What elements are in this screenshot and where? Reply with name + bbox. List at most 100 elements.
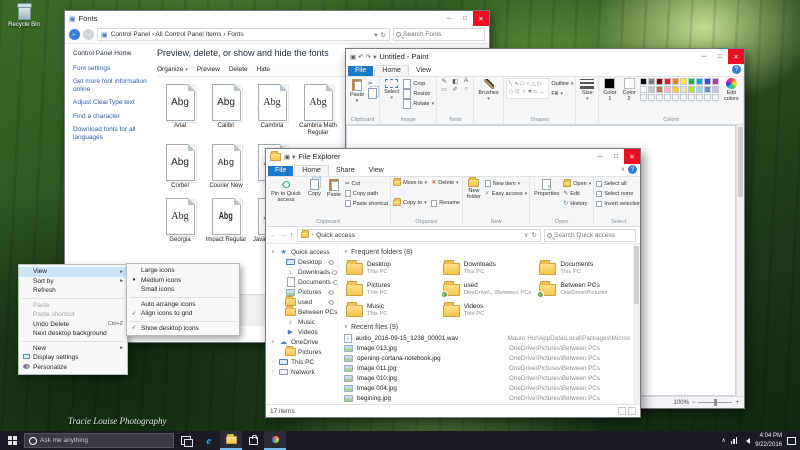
- font-tile[interactable]: Abg Cambria: [249, 84, 295, 137]
- frequent-folder-tile[interactable]: ✓ used OneDrive\...\Between PCs: [440, 279, 534, 300]
- copy-button[interactable]: Copy: [306, 178, 323, 198]
- color-swatch[interactable]: [671, 78, 679, 85]
- cortana-search[interactable]: [24, 433, 174, 448]
- select-button[interactable]: Select ▾: [382, 78, 401, 103]
- chevron-closed-icon[interactable]: ›: [270, 369, 276, 375]
- empty-color-well[interactable]: [687, 94, 695, 101]
- color-swatch[interactable]: [695, 78, 703, 85]
- fonts-search-input[interactable]: [403, 31, 482, 38]
- back-button[interactable]: ←: [270, 232, 277, 239]
- ribbon-collapse-icon[interactable]: ∧: [621, 166, 625, 173]
- color-swatch[interactable]: [647, 78, 655, 85]
- zoom-slider[interactable]: [698, 399, 733, 406]
- sidebar-item-music[interactable]: ♪ Music: [268, 317, 337, 327]
- recent-file-row[interactable]: Image 011.jpg OneDrive\Pictures\Between P…: [344, 363, 630, 373]
- start-button[interactable]: [0, 431, 24, 450]
- empty-color-well[interactable]: [703, 94, 711, 101]
- fonts-task-link[interactable]: Find a character: [73, 113, 147, 121]
- frequent-folder-tile[interactable]: ✓ Between PCs OneDrive\Pictures: [537, 279, 630, 300]
- sidebar-item-network[interactable]: › Network: [268, 367, 337, 377]
- back-button[interactable]: ←: [69, 29, 80, 40]
- color-swatch[interactable]: [695, 86, 703, 93]
- shapes-gallery[interactable]: ╲∿□○△▷ ◇▽☆♥⌂→: [505, 78, 550, 99]
- refresh-icon[interactable]: ↻: [381, 31, 386, 39]
- maximize-button[interactable]: □: [608, 149, 624, 164]
- empty-color-well[interactable]: [695, 94, 703, 101]
- close-button[interactable]: ✕: [624, 149, 640, 164]
- tab-file[interactable]: File: [268, 166, 294, 176]
- sidebar-item-pictures[interactable]: Pictures: [268, 287, 337, 297]
- chevron-closed-icon[interactable]: ›: [270, 359, 276, 365]
- color-swatch[interactable]: [687, 78, 695, 85]
- font-tile[interactable]: Abg Corbel: [157, 144, 203, 190]
- color-swatch[interactable]: [711, 86, 719, 93]
- magnifier-tool-icon[interactable]: ○: [461, 86, 471, 93]
- sidebar-item-documents[interactable]: Documents: [268, 277, 337, 287]
- frequent-folder-tile[interactable]: Desktop This PC: [344, 258, 437, 279]
- recent-file-row[interactable]: opening-cortana-notebook.jpg OneDrive\Pic…: [344, 353, 630, 363]
- save-icon[interactable]: ▣: [350, 53, 356, 61]
- taskbar-store[interactable]: [242, 431, 264, 450]
- address-dropdown-icon[interactable]: ∨: [524, 231, 529, 239]
- font-tile[interactable]: Abg Impact Regular: [203, 197, 249, 244]
- fonts-titlebar[interactable]: ▣ Fonts ─ □ ✕: [65, 11, 489, 26]
- properties-button[interactable]: Properties: [532, 178, 561, 198]
- invert-selection-button[interactable]: Invert selection: [596, 199, 640, 208]
- sidebar-item-onedrive[interactable]: ∨ ☁ OneDrive: [268, 337, 337, 347]
- maximize-button[interactable]: □: [712, 49, 728, 64]
- tab-share[interactable]: Share: [329, 166, 362, 176]
- font-tile[interactable]: Abg Georgia: [157, 197, 203, 244]
- qat-dropdown-icon[interactable]: ▾: [373, 53, 376, 61]
- select-none-button[interactable]: Select none: [596, 189, 640, 198]
- font-tile[interactable]: Abg Cambria Math Regular: [295, 84, 341, 137]
- color2-button[interactable]: Color 2: [620, 78, 637, 102]
- qat-icon[interactable]: ▣: [284, 153, 290, 161]
- menu-item-align-icons-to-grid[interactable]: ✓ Align icons to grid: [127, 309, 239, 319]
- redo-icon[interactable]: ↷: [366, 53, 371, 61]
- tab-view[interactable]: View: [362, 166, 391, 176]
- up-button[interactable]: ↑: [290, 232, 294, 239]
- action-center-icon[interactable]: [787, 436, 796, 445]
- pencil-tool-icon[interactable]: ✎: [439, 78, 449, 85]
- edit-colors-button[interactable]: Edit colors: [722, 78, 741, 102]
- explorer-search[interactable]: [544, 228, 636, 242]
- color1-button[interactable]: Color 1: [601, 78, 618, 102]
- crop-button[interactable]: Crop: [403, 78, 434, 89]
- help-button[interactable]: ?: [732, 65, 741, 74]
- undo-icon[interactable]: ↶: [358, 53, 363, 61]
- recent-file-row[interactable]: Image 004.jpg OneDrive\Pictures\Between P…: [344, 383, 630, 393]
- fonts-search[interactable]: [393, 28, 485, 41]
- close-button[interactable]: ✕: [473, 11, 489, 26]
- forward-button[interactable]: →: [83, 29, 94, 40]
- color-swatch[interactable]: [711, 78, 719, 85]
- qat-dropdown-icon[interactable]: ▾: [292, 153, 295, 161]
- copy-path-button[interactable]: Copy path: [344, 189, 388, 198]
- frequent-folder-tile[interactable]: Videos This PC: [441, 300, 534, 321]
- fill-tool-icon[interactable]: ◧: [450, 78, 460, 85]
- breadcrumb-text[interactable]: Control Panel › All Control Panel Items …: [111, 31, 244, 38]
- recycle-bin[interactable]: Recycle Bin: [6, 3, 42, 29]
- menu-item-auto-arrange-icons[interactable]: Auto arrange icons: [127, 300, 239, 310]
- menu-item-new[interactable]: New ▸: [19, 344, 127, 354]
- menu-item-medium-icons[interactable]: ● Medium icons: [127, 276, 239, 286]
- color-swatch[interactable]: [663, 78, 671, 85]
- zoom-in-icon[interactable]: +: [735, 400, 739, 406]
- fonts-breadcrumb[interactable]: ▣ Control Panel › All Control Panel Item…: [97, 28, 390, 41]
- select-all-button[interactable]: Select all: [596, 179, 640, 188]
- color-swatch[interactable]: [687, 86, 695, 93]
- network-icon[interactable]: [730, 437, 738, 444]
- menu-item-show-desktop-icons[interactable]: ✓ Show desktop icons: [127, 324, 239, 334]
- new-folder-button[interactable]: New folder: [465, 177, 483, 201]
- tab-home[interactable]: Home: [294, 165, 329, 176]
- paint-vertical-scrollbar[interactable]: [736, 125, 744, 396]
- cut-button[interactable]: ✂ Cut: [345, 179, 388, 188]
- tab-home[interactable]: Home: [374, 65, 409, 76]
- brushes-button[interactable]: Brushes ▾: [476, 78, 501, 104]
- color-swatch[interactable]: [639, 78, 647, 85]
- recent-file-row[interactable]: Image 010.jpg OneDrive\Pictures\Between P…: [344, 373, 630, 383]
- empty-color-well[interactable]: [647, 94, 655, 101]
- frequent-folder-tile[interactable]: Pictures This PC: [344, 279, 437, 300]
- thumbnail-view-icon[interactable]: [628, 407, 636, 415]
- control-panel-home-link[interactable]: Control Panel Home: [73, 50, 147, 57]
- color-swatch[interactable]: [703, 86, 711, 93]
